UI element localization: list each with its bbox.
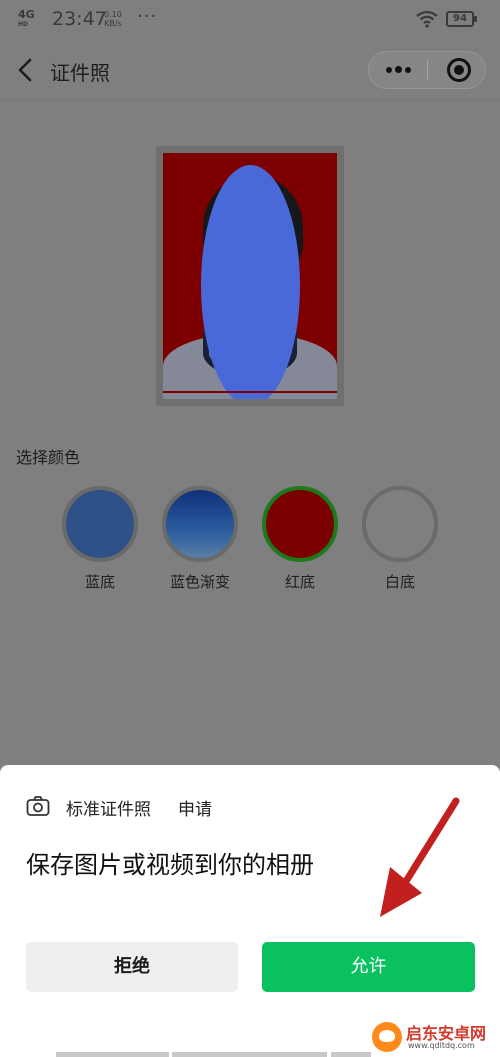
wifi-icon [416, 10, 438, 28]
swatch-label-blue: 蓝底 [84, 573, 115, 591]
gesture-bar-segment [56, 1052, 169, 1057]
more-options-button[interactable] [369, 52, 427, 88]
photo-bottom-line [163, 391, 337, 393]
watermark-logo-icon [372, 1022, 402, 1052]
battery-icon: 94 [446, 11, 477, 27]
swatch-white[interactable] [362, 486, 438, 562]
gesture-bar-segment [331, 1052, 371, 1057]
capsule-divider [427, 60, 428, 80]
swatch-blue[interactable] [62, 486, 138, 562]
dimmed-page: 4G HD 23:47 0.10 KB/s ··· 94 证件照 选择颜色 蓝底… [0, 0, 500, 765]
swatch-red[interactable] [262, 486, 338, 562]
back-arrow-icon[interactable] [14, 56, 38, 84]
status-time: 23:47 [52, 8, 107, 30]
notification-more-icon: ··· [137, 6, 158, 27]
network-speed: 0.10 KB/s [104, 10, 122, 28]
id-photo-preview [156, 146, 344, 406]
permission-prompt: 保存图片或视频到你的相册 [26, 851, 314, 879]
deny-button[interactable]: 拒绝 [26, 942, 238, 992]
navigation-bar: 证件照 [0, 40, 500, 100]
miniprogram-capsule [368, 51, 486, 89]
allow-button[interactable]: 允许 [262, 942, 475, 992]
site-watermark: 启东安卓网 www.qdltdq.com [372, 1020, 496, 1054]
page-title: 证件照 [50, 61, 110, 85]
close-miniprogram-button[interactable] [447, 58, 471, 82]
watermark-url: www.qdltdq.com [408, 1041, 475, 1050]
network-indicator: 4G HD [18, 8, 35, 28]
requesting-app-name: 标准证件照 [66, 800, 151, 820]
swatch-label-white: 白底 [384, 573, 415, 591]
status-bar: 4G HD 23:47 0.10 KB/s ··· 94 [0, 0, 500, 40]
blurred-face-mask [201, 165, 300, 399]
swatch-label-red: 红底 [284, 573, 315, 591]
red-pointer-arrow-icon [380, 797, 460, 917]
request-action-label: 申请 [178, 800, 212, 820]
gesture-bar-segment [172, 1052, 327, 1057]
swatch-blue-gradient[interactable] [162, 486, 238, 562]
swatch-label-blue-gradient: 蓝色渐变 [169, 573, 230, 591]
color-picker-label: 选择颜色 [16, 448, 81, 467]
id-photo [163, 153, 337, 399]
camera-app-icon [26, 796, 50, 816]
